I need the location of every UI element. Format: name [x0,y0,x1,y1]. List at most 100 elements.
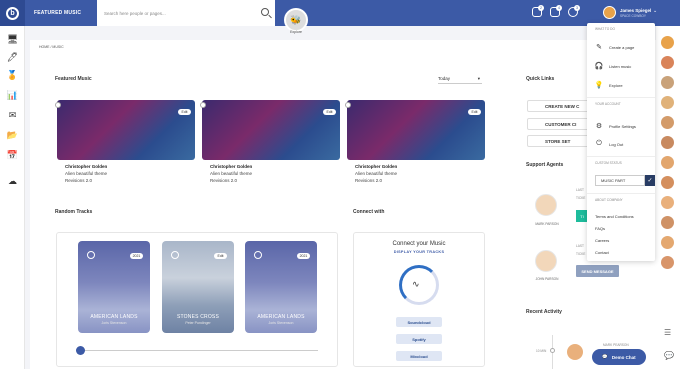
agent-tickets: TICKE [576,196,586,200]
agent-last: LAST [576,188,584,192]
check-icon: ✓ [647,178,653,184]
featured-artist[interactable]: Christopher Golden [65,164,107,169]
agent-tickets: TICKE [576,252,586,256]
track-badge: 2021 [130,253,143,259]
menu-item-listen-music[interactable]: 🎧 Listen music [595,59,651,73]
menu-item-create-page[interactable]: ✎ Create a page [595,40,651,54]
star-icon[interactable] [6,152,19,163]
pen-icon[interactable]: 🖊 [6,52,19,63]
play-icon[interactable] [254,251,262,259]
connect-title: Connect with [353,209,385,215]
sort-select[interactable]: Today ▾ [438,76,482,84]
mail-icon[interactable]: ✉ [6,110,19,121]
featured-card-image[interactable]: Edit [55,100,195,160]
status-input[interactable]: MUSIC PART [595,175,645,186]
menu-icon[interactable]: ☰ [664,328,671,337]
contact-avatar[interactable] [661,56,674,69]
featured-card-image[interactable]: Edit [200,100,340,160]
stats-icon[interactable]: 📊 [6,90,19,101]
divider [587,156,655,157]
page-title: FEATURED MUSIC [34,10,82,16]
chevron-down-icon: ▾ [477,76,480,81]
send-message-button[interactable]: SEND MESSAGE [576,265,619,277]
explore-button[interactable]: 🐝 [284,8,308,32]
activity-avatar[interactable] [567,344,583,360]
search-input[interactable]: Search here people or pages... [97,0,275,26]
agent-last: LAST [576,244,584,248]
play-icon[interactable] [87,251,95,259]
friends-icon[interactable]: 2 [532,5,544,17]
featured-artist[interactable]: Christopher Golden [210,164,252,169]
newsfeed-icon[interactable]: 🖥 [6,34,19,45]
featured-artist[interactable]: Christopher Golden [355,164,397,169]
service-label: Spotify [412,336,426,342]
contact-avatar[interactable] [661,116,674,129]
link-terms[interactable]: Terms and Conditions [595,214,634,219]
featured-track: Alien beautiful theme [65,171,108,176]
menu-item-explore[interactable]: 💡 Explore [595,78,651,92]
demo-chat-button[interactable]: 💬 Demo Chat [592,349,646,365]
chat-icon: 💬 [602,354,608,359]
user-name[interactable]: James Spiegel [620,8,651,13]
folder-icon[interactable]: 📂 [6,130,19,141]
slider-track[interactable] [76,350,318,351]
edit-button[interactable]: Edit [323,109,336,115]
cloud-icon[interactable]: ☁ [6,176,19,187]
contact-avatar[interactable] [661,76,674,89]
featured-revisions: Revisions 2.0 [65,178,93,183]
contact-avatar[interactable] [661,256,674,269]
link-contact[interactable]: Contact [595,250,609,255]
contact-avatar[interactable] [661,216,674,229]
contact-avatar[interactable] [661,96,674,109]
agent-avatar[interactable] [535,194,557,216]
messages-icon[interactable]: 4 [550,5,562,17]
featured-revisions: Revisions 2.0 [210,178,238,183]
track-card[interactable]: 2021 AMERICAN LANDS Joris Stevenson [78,241,150,333]
explore-label: Explore [290,30,302,34]
status-confirm-button[interactable]: ✓ [645,175,655,186]
track-name: STONES CROSS [176,314,220,320]
track-card[interactable]: 2021 AMERICAN LANDS Joris Stevenson [245,241,317,333]
headphones-icon: 🎧 [594,63,604,70]
link-faqs[interactable]: FAQs [595,226,605,231]
contact-avatar[interactable] [661,36,674,49]
bee-icon: 🐝 [290,14,302,25]
user-avatar[interactable] [603,6,616,19]
friends-badge: 2 [538,5,544,11]
what-to-do-heading: WHAT TO DO [595,27,615,31]
badge-icon[interactable]: 🏅 [6,70,19,81]
contact-avatar[interactable] [661,156,674,169]
chat-icon[interactable]: 💬 [664,351,674,360]
contact-avatar[interactable] [661,176,674,189]
link-careers[interactable]: Careers [595,238,609,243]
contact-avatar[interactable] [661,196,674,209]
mixcloud-button[interactable]: Mixcloud [396,351,442,361]
agent-avatar[interactable] [535,250,557,272]
soundcloud-button[interactable]: Soundcloud [396,317,442,327]
track-name: AMERICAN LANDS [257,314,305,320]
notifications-icon[interactable]: 3 [568,5,580,17]
play-icon[interactable] [171,251,179,259]
menu-item-log-out[interactable]: ⏻ Log Out [595,137,651,151]
edit-button[interactable]: Edit [468,109,481,115]
bulb-icon: 💡 [594,82,604,89]
contact-avatar[interactable] [661,236,674,249]
play-icon[interactable] [55,102,61,108]
chevron-down-icon[interactable]: ⌄ [653,8,657,14]
featured-revisions: Revisions 2.0 [355,178,383,183]
edit-button[interactable]: Edit [178,109,191,115]
search-icon[interactable] [261,8,269,16]
contact-avatar[interactable] [661,136,674,149]
featured-card-image[interactable]: Edit [345,100,485,160]
quick-links-title: Quick Links [526,76,555,82]
menu-item-label: Listen music [609,63,632,69]
menu-item-label: Create a page [609,44,635,50]
play-icon[interactable] [200,102,206,108]
track-card[interactable]: Edit STONES CROSS Peter Pundinger [162,241,234,333]
play-icon[interactable] [345,102,351,108]
activity-time: 10 MIN [536,349,547,353]
menu-item-profile-settings[interactable]: ⚙ Profile Settings [595,119,651,133]
support-agents-title: Support Agents [526,162,564,168]
spotify-button[interactable]: Spotify [396,334,442,344]
brand-logo[interactable]: b [0,0,25,26]
